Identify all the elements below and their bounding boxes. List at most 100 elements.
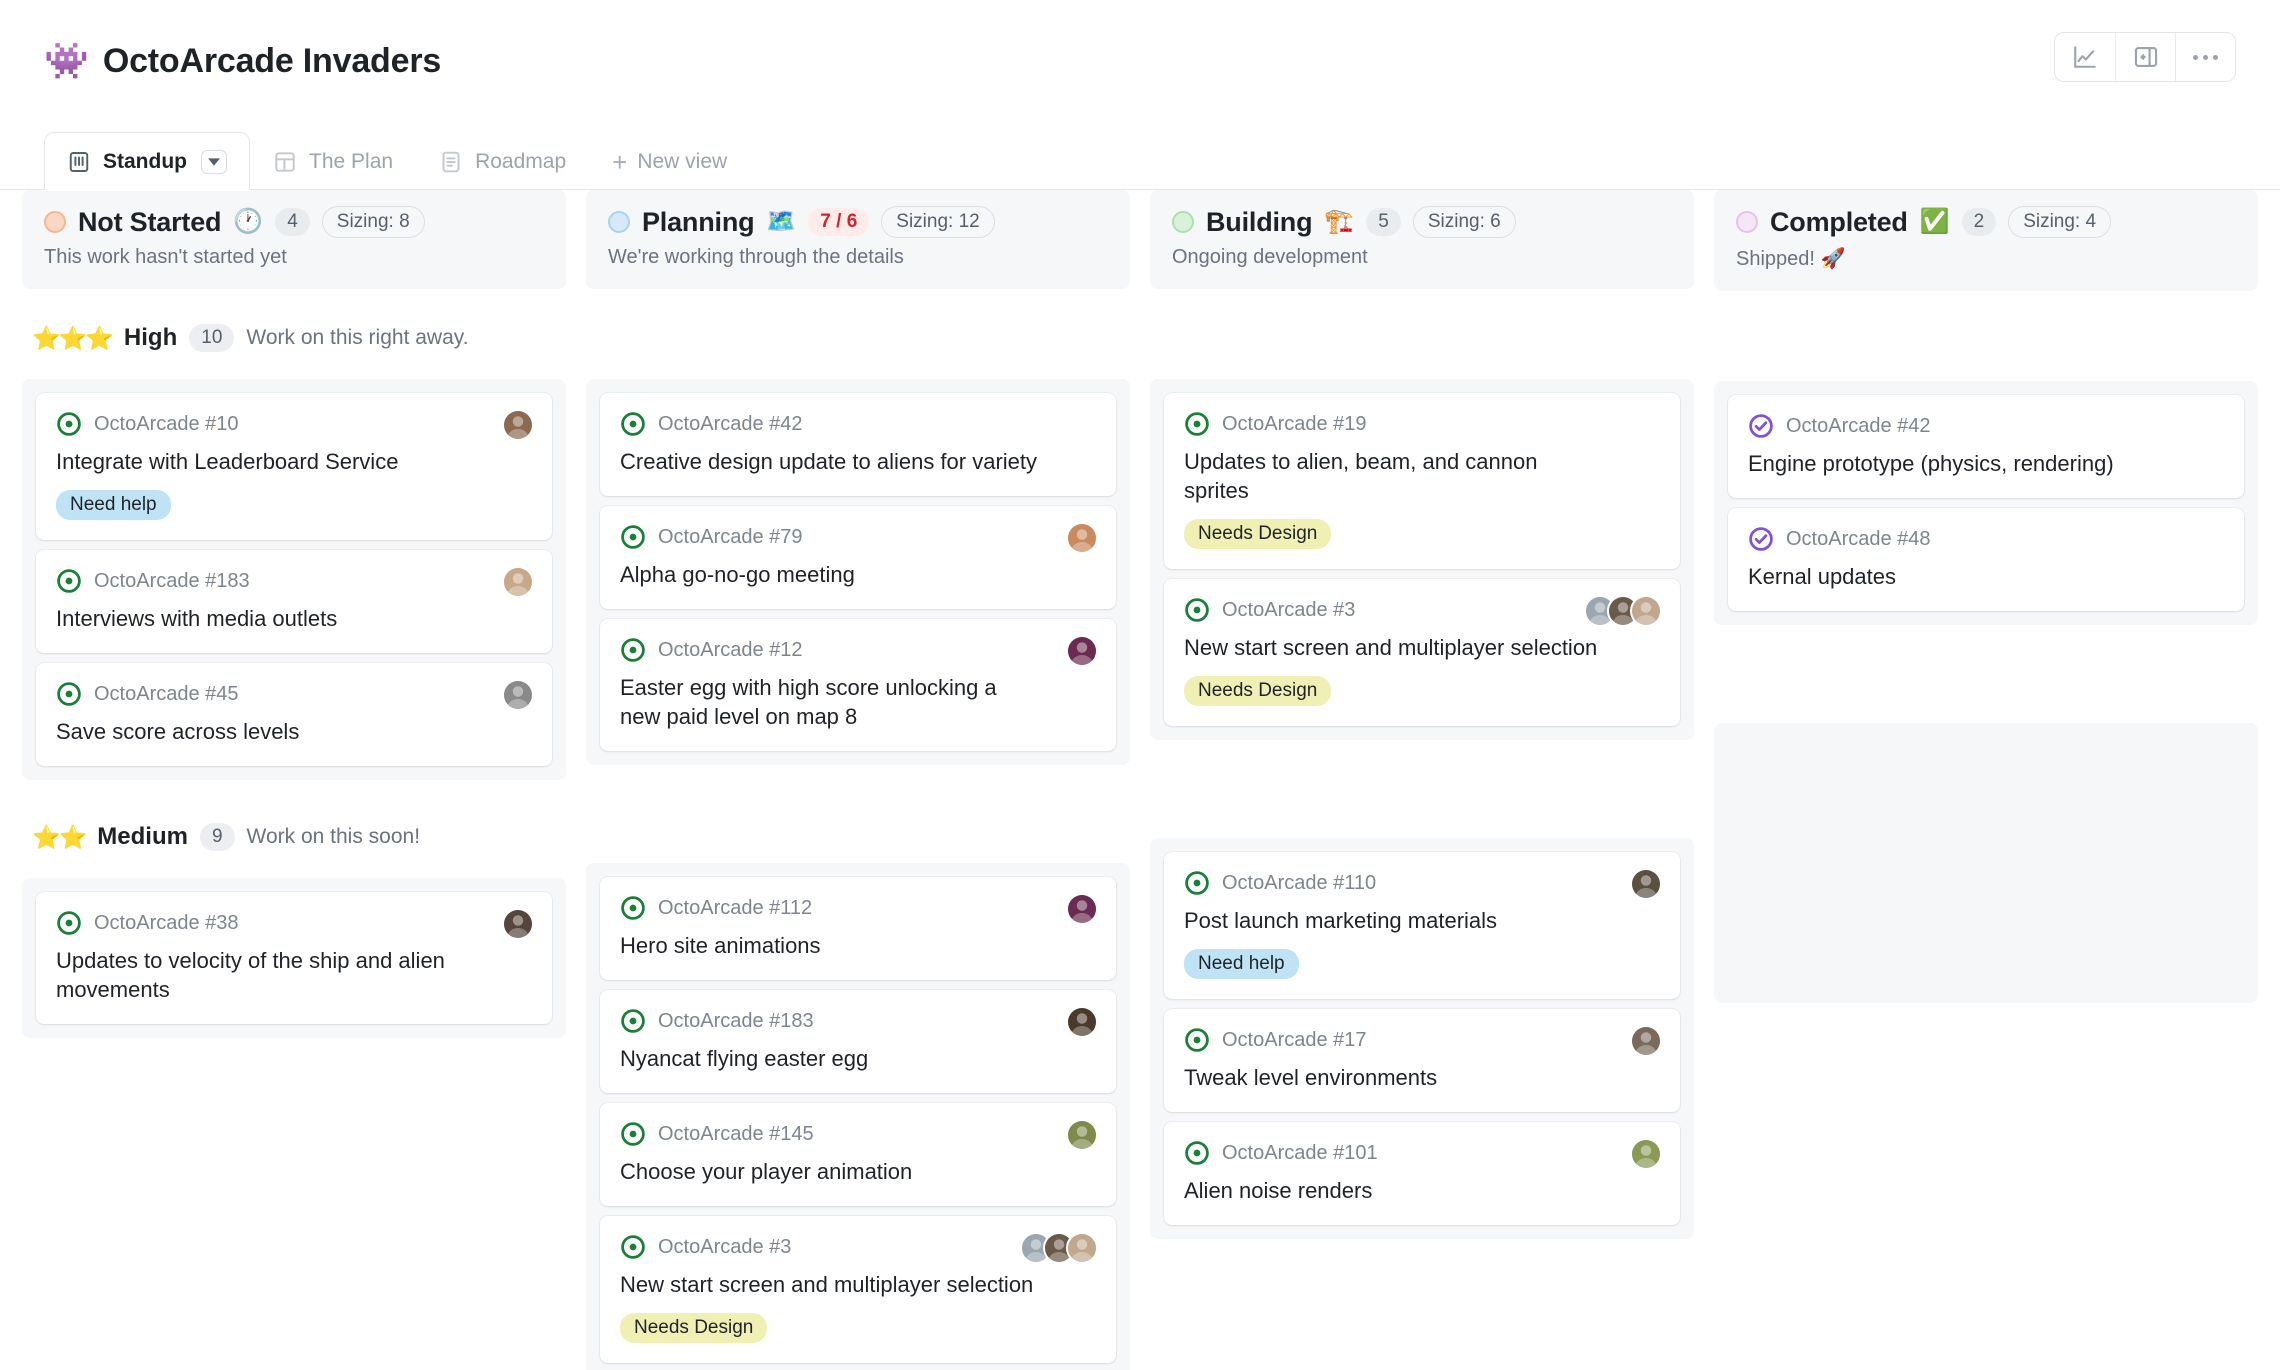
column-header[interactable]: Planning🗺️7 / 6Sizing: 12We're working t…	[586, 190, 1130, 289]
issue-reference: OctoArcade #3	[658, 1236, 791, 1259]
column-name: Not Started	[78, 207, 221, 238]
view-tabbar: Standup The Plan Roadmap	[0, 122, 2280, 190]
avatar[interactable]	[502, 908, 534, 940]
issue-state-open-icon	[1184, 597, 1210, 623]
card-header: OctoArcade #42	[1748, 413, 2224, 439]
column-description: Ongoing development	[1172, 246, 1672, 269]
new-view-button[interactable]: + New view	[589, 132, 750, 190]
column-header[interactable]: Building🏗️5Sizing: 6Ongoing development	[1150, 190, 1694, 289]
project-title-text: OctoArcade Invaders	[103, 42, 441, 81]
board-column-completed: Completed✅2Sizing: 4Shipped! 🚀⭐⭐⭐High10W…	[1714, 190, 2258, 1037]
avatar[interactable]	[1066, 522, 1098, 554]
issue-card[interactable]: OctoArcade #48Kernal updates	[1728, 508, 2244, 611]
issue-card[interactable]: OctoArcade #112 Hero site animations	[600, 877, 1116, 980]
issue-title: New start screen and multiplayer selecti…	[620, 1270, 1096, 1299]
priority-group-name: Medium	[97, 823, 188, 851]
issue-card[interactable]: OctoArcade #10Integrate with Leaderboard…	[36, 393, 552, 540]
card-header: OctoArcade #10	[56, 411, 532, 437]
issue-title: Hero site animations	[620, 931, 1096, 960]
card-header: OctoArcade #42	[620, 411, 1096, 437]
issue-state-open-icon	[620, 1121, 646, 1147]
issue-card[interactable]: OctoArcade #101Alien noise renders	[1164, 1122, 1680, 1225]
avatar[interactable]	[1630, 1025, 1662, 1057]
tab-standup[interactable]: Standup	[44, 132, 250, 190]
avatar[interactable]	[502, 679, 534, 711]
column-header[interactable]: Not Started🕐4Sizing: 8This work hasn't s…	[22, 190, 566, 289]
card-list: OctoArcade #112Hero site animationsOctoA…	[586, 863, 1130, 1370]
issue-card[interactable]: OctoArcade #42Engine prototype (physics,…	[1728, 395, 2244, 498]
column-count: 5	[1366, 208, 1401, 236]
alien-monster-icon: 👾	[44, 43, 89, 79]
card-header: OctoArcade #183	[620, 1008, 1096, 1034]
issue-card[interactable]: OctoArcade #79Alpha go-no-go meeting	[600, 506, 1116, 609]
header-actions	[2054, 32, 2236, 82]
assignee-avatars	[1066, 1006, 1098, 1038]
issue-title: Alien noise renders	[1184, 1176, 1660, 1205]
avatar[interactable]	[502, 566, 534, 598]
avatar[interactable]	[1630, 595, 1662, 627]
issue-card[interactable]: OctoArcade #42Creative design update to …	[600, 393, 1116, 496]
column-emoji-icon: 🕐	[233, 210, 263, 234]
avatar[interactable]	[1066, 1232, 1098, 1264]
issue-state-open-icon	[56, 681, 82, 707]
issue-card[interactable]: OctoArcade #110Post launch marketing mat…	[1164, 852, 1680, 999]
card-labels: Need help	[1184, 949, 1660, 979]
tab-the-plan[interactable]: The Plan	[250, 132, 416, 190]
label-needs-design[interactable]: Needs Design	[620, 1313, 767, 1343]
priority-group-count: 9	[200, 823, 235, 851]
label-need-help[interactable]: Need help	[56, 490, 171, 520]
avatar[interactable]	[1066, 1006, 1098, 1038]
issue-card[interactable]: OctoArcade #3 New start screen and multip…	[600, 1216, 1116, 1363]
card-header: OctoArcade #112	[620, 895, 1096, 921]
label-needs-design[interactable]: Needs Design	[1184, 519, 1331, 549]
card-labels: Needs Design	[1184, 676, 1660, 706]
card-header: OctoArcade #17	[1184, 1027, 1660, 1053]
card-list: OctoArcade #19Updates to alien, beam, an…	[1150, 379, 1694, 740]
assignee-avatars	[502, 908, 534, 940]
card-header: OctoArcade #79	[620, 524, 1096, 550]
issue-card[interactable]: OctoArcade #19Updates to alien, beam, an…	[1164, 393, 1680, 569]
side-panel-icon[interactable]	[2115, 33, 2175, 81]
issue-card[interactable]: OctoArcade #3New start screen and multip…	[1164, 579, 1680, 726]
tab-roadmap[interactable]: Roadmap	[416, 132, 589, 190]
column-sizing-pill: Sizing: 12	[881, 206, 994, 238]
issue-card[interactable]: OctoArcade #183Interviews with media out…	[36, 550, 552, 653]
assignee-avatars	[1066, 893, 1098, 925]
chevron-down-icon[interactable]	[201, 150, 227, 174]
issue-card[interactable]: OctoArcade #183Nyancat flying easter egg	[600, 990, 1116, 1093]
label-needs-design[interactable]: Needs Design	[1184, 676, 1331, 706]
label-need-help[interactable]: Need help	[1184, 949, 1299, 979]
column-name: Planning	[642, 207, 754, 238]
card-list: OctoArcade #38Updates to velocity of the…	[22, 878, 566, 1038]
more-options-icon[interactable]	[2175, 33, 2235, 81]
issue-state-open-icon	[620, 637, 646, 663]
avatar[interactable]	[1066, 1119, 1098, 1151]
column-header[interactable]: Completed✅2Sizing: 4Shipped! 🚀	[1714, 190, 2258, 291]
column-count: 2	[1962, 208, 1997, 236]
priority-group-header-high[interactable]: ⭐⭐⭐High10Work on this right away.	[22, 315, 566, 361]
card-labels: Needs Design	[620, 1313, 1096, 1343]
card-list	[1714, 723, 2258, 1003]
assignee-avatars	[1066, 1119, 1098, 1151]
issue-card[interactable]: OctoArcade #17Tweak level environments	[1164, 1009, 1680, 1112]
column-description: We're working through the details	[608, 246, 1108, 269]
assignee-avatars	[502, 409, 534, 441]
issue-reference: OctoArcade #10	[94, 413, 239, 436]
priority-group-header-medium[interactable]: ⭐⭐Medium9Work on this soon!	[22, 814, 566, 860]
avatar[interactable]	[1630, 1138, 1662, 1170]
roadmap-icon	[439, 150, 463, 174]
issue-card[interactable]: OctoArcade #12Easter egg with high score…	[600, 619, 1116, 751]
issue-card[interactable]: OctoArcade #145Choose your player animat…	[600, 1103, 1116, 1206]
avatar[interactable]	[1066, 893, 1098, 925]
tab-standup-label: Standup	[103, 150, 187, 174]
priority-group-count: 10	[189, 324, 234, 352]
avatar[interactable]	[1066, 635, 1098, 667]
issue-card[interactable]: OctoArcade #38Updates to velocity of the…	[36, 892, 552, 1024]
issue-state-open-icon	[56, 910, 82, 936]
avatar[interactable]	[502, 409, 534, 441]
issue-card[interactable]: OctoArcade #45Save score across levels	[36, 663, 552, 766]
issue-title: Easter egg with high score unlocking a n…	[620, 673, 1096, 731]
issue-reference: OctoArcade #145	[658, 1123, 814, 1146]
avatar[interactable]	[1630, 868, 1662, 900]
insights-icon[interactable]	[2055, 33, 2115, 81]
